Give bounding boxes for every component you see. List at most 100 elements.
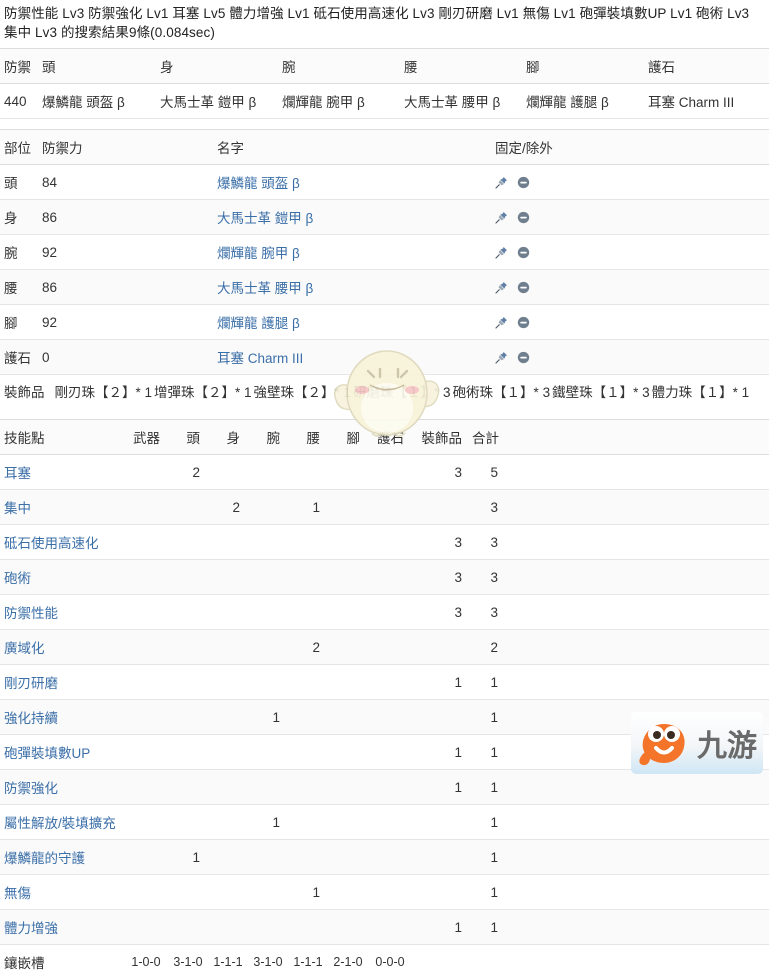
skill-name-cell: 體力增強 (0, 910, 122, 945)
minus-circle-icon[interactable] (517, 351, 530, 364)
decorations-row: 裝飾品剛刃珠【２】* 1增彈珠【２】* 1強壁珠【２】* 1研磨珠【１】* 3砲… (0, 375, 769, 413)
skill-body-value (206, 560, 246, 595)
skill-row-spacer (504, 455, 769, 490)
armor-part: 腕 (0, 235, 38, 270)
armor-row: 腰86大馬士革 腰甲 β (0, 270, 769, 305)
skill-deco-value: 3 (410, 455, 468, 490)
skill-weapon-value (122, 875, 166, 910)
armor-name-link[interactable]: 大馬士革 鎧甲 β (217, 211, 313, 226)
skill-deco-value: 3 (410, 595, 468, 630)
skill-col-name: 技能點 (0, 420, 122, 455)
skill-deco-value: 1 (410, 665, 468, 700)
pushpin-icon[interactable] (495, 281, 508, 294)
skill-body-value (206, 630, 246, 665)
skill-name-link[interactable]: 強化持續 (4, 711, 58, 726)
skill-charm-value (366, 665, 410, 700)
skill-row-spacer (504, 875, 769, 910)
skill-weapon-value (122, 665, 166, 700)
armor-defense: 92 (38, 305, 213, 340)
skill-body-value (206, 455, 246, 490)
decoration-item: 增彈珠【２】* 1 (154, 385, 252, 400)
skill-weapon-value (122, 910, 166, 945)
skill-body-value (206, 525, 246, 560)
skill-name-link[interactable]: 砲術 (4, 571, 31, 586)
skill-head-value (166, 805, 206, 840)
summary-value-waist: 大馬士革 腰甲 β (400, 84, 522, 119)
skill-head-value: 2 (166, 455, 206, 490)
skill-arms-value: 1 (246, 700, 286, 735)
armor-name-cell: 大馬士革 腰甲 β (213, 270, 491, 305)
armor-row: 腳92爛輝龍 護腿 β (0, 305, 769, 340)
skill-body-value (206, 840, 246, 875)
skill-name-link[interactable]: 無傷 (4, 886, 31, 901)
skill-row: 防禦性能33 (0, 595, 769, 630)
armor-name-link[interactable]: 爆鱗龍 頭盔 β (217, 176, 300, 191)
skill-name-link[interactable]: 防禦性能 (4, 606, 58, 621)
armor-name-link[interactable]: 爛輝龍 護腿 β (217, 316, 300, 331)
skill-charm-value (366, 560, 410, 595)
minus-circle-icon[interactable] (517, 281, 530, 294)
armor-detail-table: 部位 防禦力 名字 固定/除外 頭84爆鱗龍 頭盔 β身86大馬士革 鎧甲 β腕… (0, 129, 769, 375)
skill-row: 屬性解放/裝填擴充11 (0, 805, 769, 840)
skill-name-link[interactable]: 爆鱗龍的守護 (4, 851, 85, 866)
skill-charm-value (366, 525, 410, 560)
skill-col-body: 身 (206, 420, 246, 455)
skill-row-spacer (504, 735, 769, 770)
armor-name-link[interactable]: 爛輝龍 腕甲 β (217, 246, 300, 261)
armor-col-lock: 固定/除外 (491, 130, 769, 165)
summary-value-head: 爆鱗龍 頭盔 β (38, 84, 156, 119)
skill-waist-value (286, 910, 326, 945)
armor-row: 身86大馬士革 鎧甲 β (0, 200, 769, 235)
skill-head-value (166, 875, 206, 910)
minus-circle-icon[interactable] (517, 246, 530, 259)
skill-charm-value (366, 595, 410, 630)
skill-row: 廣域化22 (0, 630, 769, 665)
skill-legs-value (326, 910, 366, 945)
skill-total-value: 1 (468, 665, 504, 700)
skill-name-link[interactable]: 體力增強 (4, 921, 58, 936)
minus-circle-icon[interactable] (517, 316, 530, 329)
skill-row: 砲術33 (0, 560, 769, 595)
skill-row-spacer (504, 840, 769, 875)
skill-row: 集中213 (0, 490, 769, 525)
minus-circle-icon[interactable] (517, 211, 530, 224)
pushpin-icon[interactable] (495, 316, 508, 329)
skill-name-cell: 屬性解放/裝填擴充 (0, 805, 122, 840)
pushpin-icon[interactable] (495, 211, 508, 224)
skill-waist-value (286, 595, 326, 630)
skill-name-link[interactable]: 集中 (4, 501, 31, 516)
skill-charm-value (366, 770, 410, 805)
skill-name-link[interactable]: 屬性解放/裝填擴充 (4, 816, 116, 831)
skill-legs-value (326, 665, 366, 700)
decorations-list: 剛刃珠【２】* 1增彈珠【２】* 1強壁珠【２】* 1研磨珠【１】* 3砲術珠【… (55, 385, 752, 400)
skill-name-link[interactable]: 砥石使用高速化 (4, 536, 99, 551)
summary-col-head: 頭 (38, 49, 156, 84)
armor-defense: 0 (38, 340, 213, 375)
armor-part: 護石 (0, 340, 38, 375)
skill-name-link[interactable]: 廣域化 (4, 641, 45, 656)
armor-name-link[interactable]: 耳塞 Charm III (217, 351, 303, 366)
armor-defense: 86 (38, 270, 213, 305)
skill-col-waist: 腰 (286, 420, 326, 455)
pushpin-icon[interactable] (495, 246, 508, 259)
minus-circle-icon[interactable] (517, 176, 530, 189)
skill-name-link[interactable]: 耳塞 (4, 466, 31, 481)
armor-name-cell: 爆鱗龍 頭盔 β (213, 165, 491, 200)
skill-head-value (166, 490, 206, 525)
skill-name-link[interactable]: 剛刃研磨 (4, 676, 58, 691)
skill-name-link[interactable]: 砲彈裝填數UP (4, 746, 90, 761)
armor-defense: 92 (38, 235, 213, 270)
pushpin-icon[interactable] (495, 351, 508, 364)
slot-value: 1-1-1 (206, 945, 246, 979)
skill-body-value (206, 595, 246, 630)
armor-name-cell: 大馬士革 鎧甲 β (213, 200, 491, 235)
summary-value-charm: 耳塞 Charm III (644, 84, 769, 119)
decoration-item: 剛刃珠【２】* 1 (55, 385, 153, 400)
pushpin-icon[interactable] (495, 176, 508, 189)
skill-charm-value (366, 840, 410, 875)
skill-name-link[interactable]: 防禦強化 (4, 781, 58, 796)
skill-weapon-value (122, 560, 166, 595)
skill-row-spacer (504, 770, 769, 805)
armor-name-link[interactable]: 大馬士革 腰甲 β (217, 281, 313, 296)
armor-lock-cell (491, 270, 769, 305)
